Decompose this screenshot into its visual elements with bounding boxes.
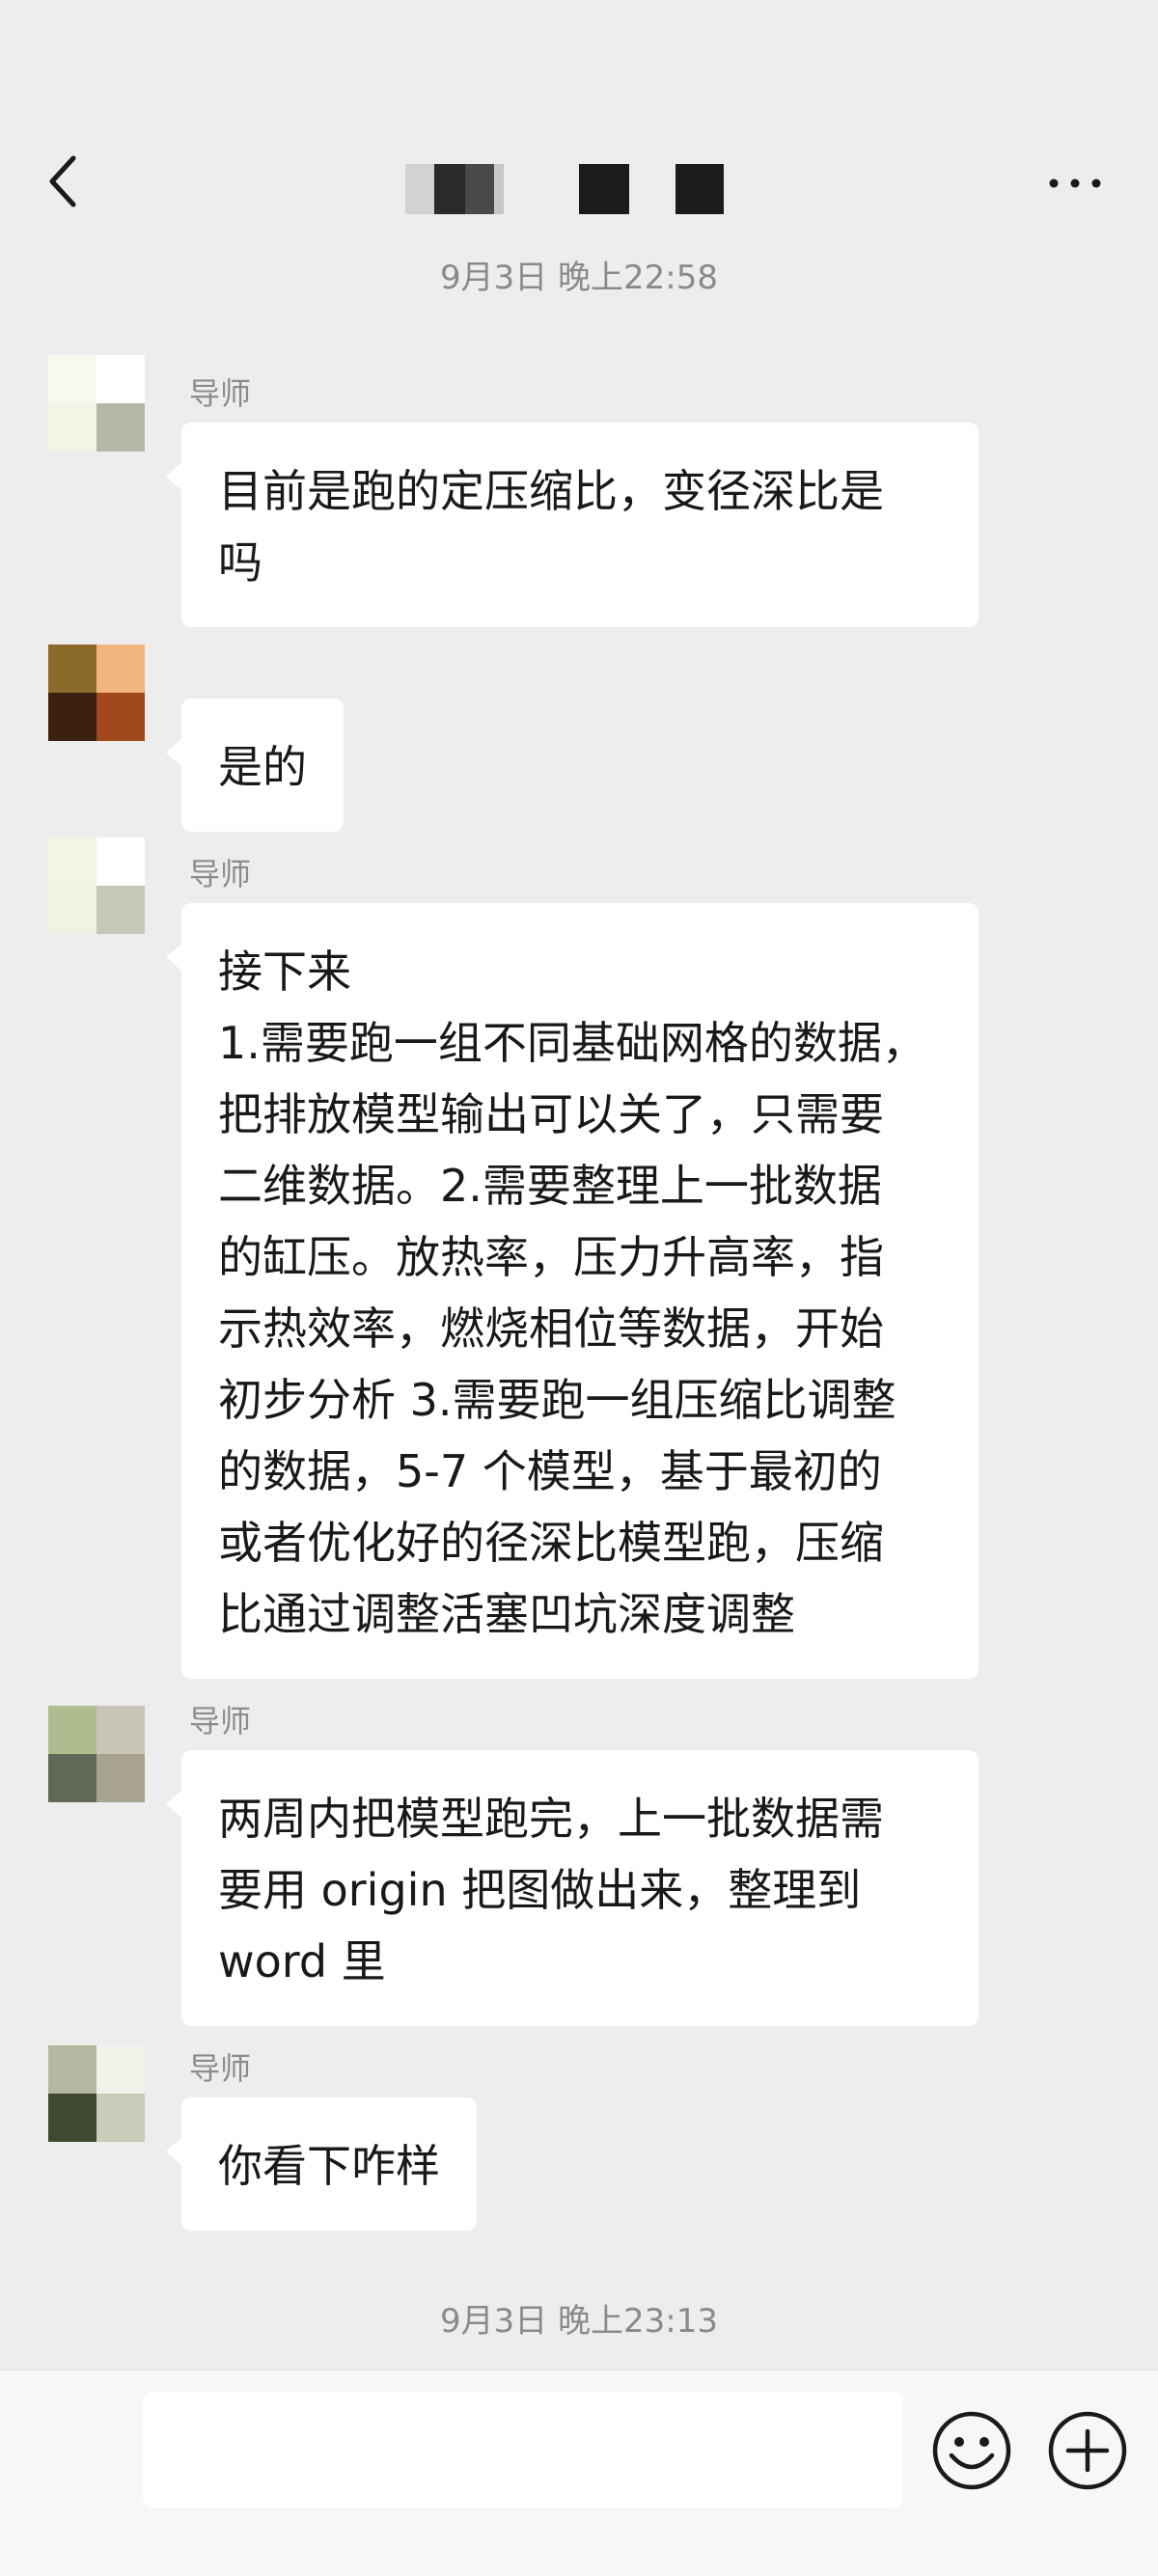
message-line: 初步分析 3.需要跑一组压缩比调整: [218, 1374, 896, 1426]
message-line: 目前是跑的定压缩比，变径深比是: [218, 465, 884, 517]
message-line: word 里: [218, 1935, 386, 1987]
message-bubble[interactable]: 你看下咋样: [166, 2097, 477, 2231]
avatar[interactable]: [48, 2045, 145, 2142]
avatar[interactable]: [48, 1706, 145, 1802]
message-line: 接下来: [218, 945, 351, 998]
message-bubble[interactable]: 两周内把模型跑完，上一批数据需 要用 origin 把图做出来，整理到 word…: [166, 1750, 979, 2026]
more-horizontal-icon: [1049, 178, 1101, 188]
sender-name: 导师: [189, 1703, 252, 1740]
avatar[interactable]: [48, 644, 145, 741]
message-line: 示热效率，燃烧相位等数据，开始: [218, 1302, 884, 1355]
message-line: 要用 origin 把图做出来，整理到: [218, 1864, 862, 1916]
message-bubble[interactable]: 接下来 1.需要跑一组不同基础网格的数据， 把排放模型输出可以关了，只需要 二维…: [166, 903, 979, 1679]
message-line: 1.需要跑一组不同基础网格的数据，: [218, 1017, 926, 1069]
sender-name: 导师: [189, 2050, 252, 2087]
sender-name: 导师: [189, 856, 252, 892]
message-line: 是的: [218, 741, 307, 793]
chat-title-censored: [405, 164, 753, 214]
message-line: 或者优化好的径深比模型跑，压缩: [218, 1517, 884, 1569]
message-line: 把排放模型输出可以关了，只需要: [218, 1088, 884, 1140]
message-line: 你看下咋样: [218, 2140, 440, 2192]
emoji-smile-icon: [932, 2411, 1011, 2490]
message-line: 二维数据。2.需要整理上一批数据: [218, 1160, 882, 1212]
message-bubble[interactable]: 是的: [166, 699, 344, 832]
message-line: 两周内把模型跑完，上一批数据需: [218, 1793, 884, 1845]
emoji-button[interactable]: [930, 2409, 1013, 2492]
message-line: 的缸压。放热率，压力升高率，指: [218, 1231, 884, 1283]
avatar[interactable]: [48, 837, 145, 934]
message-line: 比通过调整活塞凹坑深度调整: [218, 1588, 795, 1640]
chat-header: [0, 0, 1158, 251]
plus-button[interactable]: [1046, 2409, 1129, 2492]
message-line: 吗: [218, 536, 262, 589]
back-button[interactable]: [42, 154, 91, 208]
timestamp: 9月3日 晚上23:13: [439, 2302, 719, 2341]
more-button[interactable]: [1046, 164, 1104, 203]
avatar[interactable]: [48, 355, 145, 452]
input-bar: [0, 2370, 1158, 2576]
sender-name: 导师: [189, 375, 252, 412]
message-input[interactable]: [143, 2392, 903, 2507]
chevron-left-icon: [49, 155, 76, 207]
message-line: 的数据，5-7 个模型，基于最初的: [218, 1445, 882, 1497]
plus-circle-icon: [1048, 2411, 1127, 2490]
message-bubble[interactable]: 目前是跑的定压缩比，变径深比是 吗: [166, 423, 979, 627]
timestamp: 9月3日 晚上22:58: [439, 259, 719, 297]
